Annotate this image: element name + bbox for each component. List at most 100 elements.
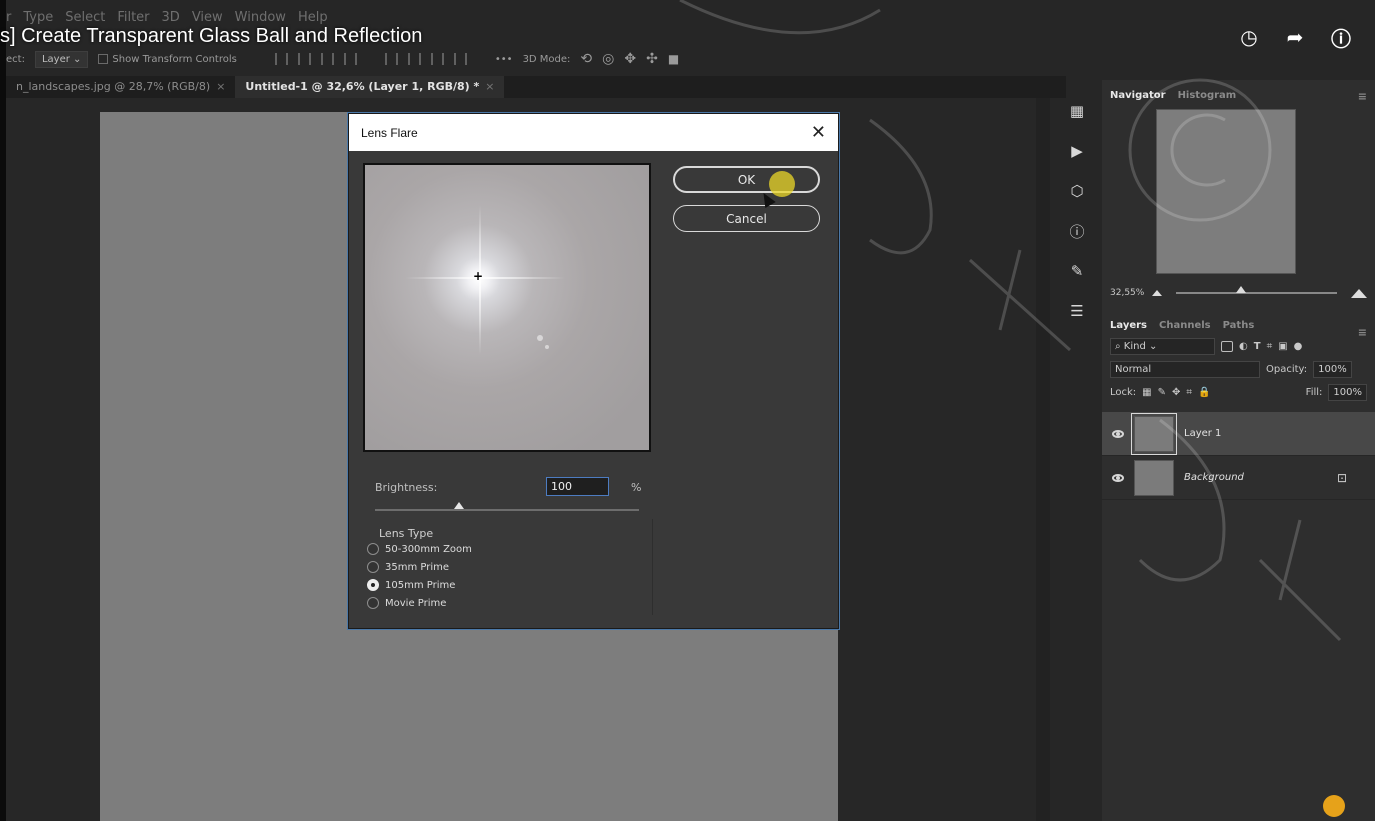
tab-untitled-1-close-icon[interactable]: × <box>485 80 494 93</box>
radio-button-selected[interactable] <box>367 579 379 591</box>
brightness-slider-knob[interactable] <box>454 502 465 509</box>
align-top-icon[interactable] <box>274 53 288 65</box>
tab-navigator[interactable]: Navigator <box>1110 90 1166 101</box>
zoom-value[interactable]: 32,55% <box>1110 288 1144 298</box>
lock-image-pixels-icon[interactable]: ✎ <box>1158 387 1166 398</box>
show-transform-controls-label: Show Transform Controls <box>112 53 237 65</box>
video-title[interactable]: s] Create Transparent Glass Ball and Ref… <box>0 25 422 48</box>
layer-thumbnail <box>1131 412 1177 455</box>
radio-button[interactable] <box>367 543 379 555</box>
flare-center-crosshair[interactable]: + <box>473 269 483 283</box>
smart-object-filter-icon[interactable]: ▣ <box>1278 341 1287 352</box>
info-icon[interactable]: ⓘ <box>1064 218 1090 244</box>
tab-histogram[interactable]: Histogram <box>1178 90 1237 101</box>
3d-scale-icon[interactable]: ■ <box>668 52 679 66</box>
panel-icon-strip: ▦ ▶ ⬡ ⓘ ✎ ☰ <box>1060 98 1094 368</box>
more-options-button[interactable]: ••• <box>495 54 513 65</box>
transform-controls-checkbox[interactable] <box>98 53 109 64</box>
kind-filter-value: Kind <box>1123 341 1146 352</box>
tab-landscapes[interactable]: n_landscapes.jpg @ 28,7% (RGB/8) × <box>6 76 235 98</box>
layer-filter-row: ⌕ Kind ⌄ ◐ T ⌗ ▣ ● <box>1102 335 1375 358</box>
distribute-bottom-icon[interactable] <box>430 53 444 65</box>
workspace-scrollbar[interactable] <box>1036 98 1050 821</box>
align-vertical-center-icon[interactable] <box>297 53 311 65</box>
navigator-tabs: Navigator Histogram ≡ <box>1102 80 1375 105</box>
layer-row-background[interactable]: Background ⊡ <box>1102 456 1375 500</box>
3d-pan-icon[interactable]: ✥ <box>624 51 636 67</box>
tab-layers[interactable]: Layers <box>1110 320 1147 331</box>
lens-option-105mm-prime[interactable]: 105mm Prime <box>367 579 455 591</box>
blend-mode-value: Normal <box>1115 364 1152 375</box>
adjustments-icon[interactable]: ☰ <box>1064 298 1090 324</box>
tab-paths[interactable]: Paths <box>1223 320 1255 331</box>
show-transform-controls[interactable]: Show Transform Controls <box>98 53 237 65</box>
fill-input[interactable]: 100% <box>1328 384 1367 401</box>
visibility-eye-icon[interactable] <box>1112 429 1124 438</box>
3d-orbit-icon[interactable]: ⟲ <box>580 51 592 67</box>
tab-untitled-1[interactable]: Untitled-1 @ 32,6% (Layer 1, RGB/8) * × <box>235 76 505 98</box>
auto-select-dropdown[interactable]: Layer ⌄ <box>34 50 89 68</box>
brightness-label: Brightness: <box>375 481 438 494</box>
history-panel-icon[interactable]: ▦ <box>1064 98 1090 124</box>
lens-flare-dialog: Lens Flare ✕ + OK Cancel Brightness: 100… <box>348 113 839 629</box>
3d-roll-icon[interactable]: ◎ <box>602 51 614 67</box>
adjustment-filter-icon[interactable]: ◐ <box>1239 341 1248 352</box>
navigator-preview[interactable] <box>1156 109 1296 274</box>
zoom-in-icon[interactable] <box>1351 288 1367 298</box>
flare-preview[interactable]: + <box>363 163 651 452</box>
info-icon[interactable]: ⓘ <box>1328 24 1354 51</box>
watch-later-icon[interactable]: ◷ <box>1236 24 1262 50</box>
dialog-titlebar[interactable]: Lens Flare ✕ <box>349 114 838 151</box>
distribute-center-icon[interactable] <box>407 53 421 65</box>
blend-mode-dropdown[interactable]: Normal <box>1110 361 1260 378</box>
lock-transparent-pixels-icon[interactable]: ▦ <box>1142 387 1151 398</box>
brightness-input[interactable]: 100 <box>546 477 609 496</box>
tab-landscapes-close-icon[interactable]: × <box>216 80 225 93</box>
navigator-menu-icon[interactable]: ≡ <box>1358 90 1367 103</box>
radio-button[interactable] <box>367 561 379 573</box>
zoom-slider[interactable] <box>1176 286 1337 294</box>
align-left-icon[interactable] <box>343 53 357 65</box>
opacity-input[interactable]: 100% <box>1313 361 1352 378</box>
brightness-slider[interactable] <box>375 502 639 511</box>
shape-filter-icon[interactable]: ⌗ <box>1267 341 1273 352</box>
layer-row-layer-1[interactable]: Layer 1 <box>1102 412 1375 456</box>
lock-artboard-icon[interactable]: ⌗ <box>1186 387 1192 398</box>
lens-option-50-300mm-zoom[interactable]: 50-300mm Zoom <box>367 543 472 555</box>
close-icon[interactable]: ✕ <box>811 122 826 143</box>
type-filter-icon[interactable]: T <box>1254 341 1261 352</box>
zoom-slider-knob[interactable] <box>1235 286 1246 293</box>
lock-all-icon[interactable]: 🔒 <box>1198 387 1210 398</box>
3d-panel-icon[interactable]: ⬡ <box>1064 178 1090 204</box>
flare-ray-horizontal <box>405 277 565 279</box>
align-bottom-icon[interactable] <box>320 53 334 65</box>
lens-option-label: 50-300mm Zoom <box>385 543 472 555</box>
layer-name: Layer 1 <box>1184 428 1222 439</box>
ok-button[interactable]: OK <box>673 166 820 193</box>
zoom-out-icon[interactable] <box>1152 290 1163 296</box>
distribute-horizontal-icon[interactable] <box>453 53 467 65</box>
lens-option-label: Movie Prime <box>385 597 447 609</box>
share-icon[interactable]: ➦ <box>1282 24 1308 50</box>
lens-option-35mm-prime[interactable]: 35mm Prime <box>367 561 449 573</box>
lock-position-icon[interactable]: ✥ <box>1172 387 1180 398</box>
lens-type-group: Lens Type 50-300mm Zoom 35mm Prime 105mm… <box>367 519 653 615</box>
visibility-eye-icon[interactable] <box>1112 473 1124 482</box>
tab-channels[interactable]: Channels <box>1159 320 1211 331</box>
brush-settings-icon[interactable]: ✎ <box>1064 258 1090 284</box>
flare-ghost <box>545 345 549 349</box>
lock-fill-row: Lock: ▦ ✎ ✥ ⌗ 🔒 Fill: 100% <box>1102 381 1375 404</box>
pixel-filter-icon[interactable] <box>1221 341 1233 352</box>
cancel-button[interactable]: Cancel <box>673 205 820 232</box>
layer-lock-icon[interactable]: ⊡ <box>1337 471 1347 485</box>
actions-play-icon[interactable]: ▶ <box>1064 138 1090 164</box>
layers-menu-icon[interactable]: ≡ <box>1358 326 1367 339</box>
kind-filter-dropdown[interactable]: ⌕ Kind ⌄ <box>1110 338 1215 355</box>
filter-toggle-icon[interactable]: ● <box>1294 341 1303 352</box>
opacity-label: Opacity: <box>1266 364 1308 375</box>
3d-slide-icon[interactable]: ✣ <box>646 51 658 67</box>
distribute-top-icon[interactable] <box>384 53 398 65</box>
auto-select-label: ect: <box>6 53 25 65</box>
radio-button[interactable] <box>367 597 379 609</box>
lens-option-movie-prime[interactable]: Movie Prime <box>367 597 446 609</box>
